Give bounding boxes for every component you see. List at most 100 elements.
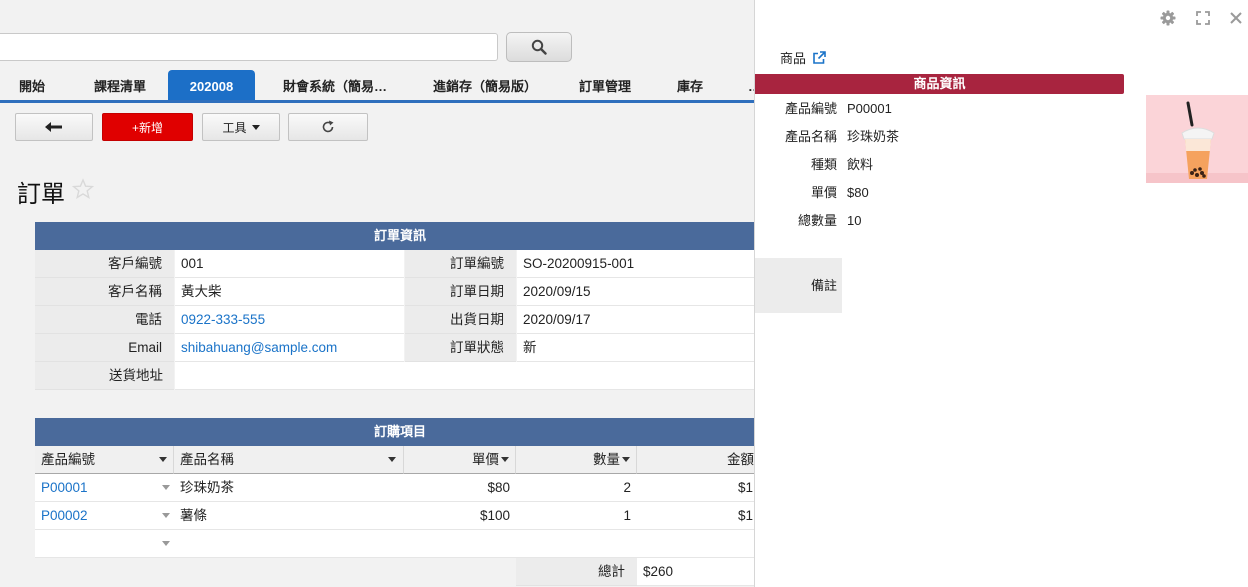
tab-202008[interactable]: 202008: [168, 70, 255, 100]
gear-icon[interactable]: [1160, 10, 1176, 26]
customer-name-value: 黃大柴: [175, 278, 404, 306]
panel-controls: [1160, 10, 1242, 26]
status-value: 新: [517, 334, 754, 362]
table-row[interactable]: P00002 薯條 $100 1 $1: [35, 502, 754, 530]
customer-id-label: 客戶編號: [35, 250, 174, 278]
email-link[interactable]: shibahuang@sample.com: [175, 334, 404, 362]
sort-caret-icon: [388, 457, 396, 462]
search-icon: [531, 39, 547, 55]
row-dropdown-icon[interactable]: [162, 541, 170, 546]
external-link-icon[interactable]: [812, 51, 826, 65]
row-dropdown-icon[interactable]: [162, 513, 170, 518]
product-detail-panel: 商品 商品資訊 產品編號 P00001 產品名稱 珍珠奶茶 種類 飲料 單價 $…: [754, 0, 1248, 587]
back-button[interactable]: [15, 113, 93, 141]
tools-button[interactable]: 工具: [202, 113, 280, 141]
panel-field-value: 珍珠奶茶: [847, 129, 900, 144]
quantity-cell: 1: [516, 502, 637, 530]
order-date-label: 訂單日期: [405, 278, 516, 306]
column-quantity-label: 數量: [593, 452, 620, 467]
product-id-link[interactable]: P00002: [35, 502, 174, 530]
total-label: 總計: [516, 558, 637, 586]
column-product-id-label: 產品編號: [41, 452, 95, 467]
order-row-2: 客戶名稱 黃大柴 訂單日期 2020/09/15: [35, 278, 754, 306]
order-info-header: 訂單資訊: [35, 222, 754, 250]
note-label: 備註: [755, 258, 842, 313]
column-product-id[interactable]: 產品編號: [35, 446, 174, 474]
table-row[interactable]: P00001 珍珠奶茶 $80 2 $1: [35, 474, 754, 502]
tab-inventory-system[interactable]: 進銷存（簡易版）: [433, 70, 537, 100]
items-column-headers: 產品編號 產品名稱 單價 數量 金額: [35, 446, 754, 474]
quantity-cell: 2: [516, 474, 637, 502]
row-dropdown-icon[interactable]: [162, 485, 170, 490]
tab-bar: 開始 課程清單 202008 財會系統（簡易… 進銷存（簡易版） 訂單管理 庫存…: [0, 70, 754, 103]
column-amount-label: 金額: [727, 452, 754, 467]
panel-field-value: 飲料: [847, 157, 874, 172]
phone-link[interactable]: 0922-333-555: [175, 306, 404, 334]
order-row-5: 送貨地址: [35, 362, 754, 390]
tab-accounting[interactable]: 財會系統（簡易…: [283, 70, 387, 100]
panel-section-header: 商品資訊: [755, 74, 1124, 94]
product-name-cell: 薯條: [174, 502, 404, 530]
main-area: 開始 課程清單 202008 財會系統（簡易… 進銷存（簡易版） 訂單管理 庫存…: [0, 0, 754, 587]
tools-label: 工具: [222, 120, 247, 135]
product-name-cell: 珍珠奶茶: [174, 474, 404, 502]
email-label: Email: [35, 334, 174, 362]
column-product-name[interactable]: 產品名稱: [174, 446, 404, 474]
address-label: 送貨地址: [35, 362, 174, 390]
panel-title: 商品: [780, 48, 826, 67]
sort-caret-icon: [501, 457, 509, 462]
column-amount[interactable]: 金額: [637, 446, 754, 474]
panel-field-label: 總數量: [797, 213, 837, 228]
favorite-star-icon[interactable]: [72, 178, 94, 200]
empty-row-cell[interactable]: [35, 530, 754, 558]
customer-id-value: 001: [175, 250, 404, 278]
add-button[interactable]: +新增: [102, 113, 193, 141]
order-no-value: SO-20200915-001: [517, 250, 754, 278]
status-label: 訂單狀態: [405, 334, 516, 362]
column-product-name-label: 產品名稱: [180, 452, 234, 467]
panel-field-label: 單價: [810, 185, 837, 200]
amount-cell: $1: [637, 474, 754, 502]
column-price[interactable]: 單價: [404, 446, 516, 474]
tab-start[interactable]: 開始: [19, 70, 45, 100]
product-id-link[interactable]: P00001: [35, 474, 174, 502]
expand-icon[interactable]: [1196, 11, 1210, 25]
tab-stock[interactable]: 庫存: [677, 70, 703, 100]
bubble-tea-image: [1146, 95, 1248, 183]
items-header: 訂購項目: [35, 418, 754, 446]
page-title: 訂單: [17, 181, 65, 208]
search-input[interactable]: [0, 33, 498, 61]
total-row: 總計 $260: [35, 558, 754, 586]
search-button[interactable]: [506, 32, 572, 62]
order-no-label: 訂單編號: [405, 250, 516, 278]
panel-title-label: 商品: [780, 51, 807, 66]
panel-field-label: 產品編號: [784, 101, 837, 116]
close-icon[interactable]: [1230, 12, 1242, 24]
price-cell: $80: [404, 474, 516, 502]
empty-table-row[interactable]: [35, 530, 754, 558]
order-row-3: 電話 0922-333-555 出貨日期 2020/09/17: [35, 306, 754, 334]
ship-date-value: 2020/09/17: [517, 306, 754, 334]
address-value: [175, 362, 754, 390]
total-value: $260: [637, 558, 754, 586]
panel-field-value: $80: [847, 185, 869, 200]
panel-field-value: P00001: [847, 101, 892, 116]
price-cell: $100: [404, 502, 516, 530]
arrow-left-icon: [45, 122, 62, 132]
panel-field-value: 10: [847, 213, 862, 228]
sort-caret-icon: [159, 457, 167, 462]
order-row-1: 客戶編號 001 訂單編號 SO-20200915-001: [35, 250, 754, 278]
order-date-value: 2020/09/15: [517, 278, 754, 306]
product-image: [1146, 95, 1248, 183]
ship-date-label: 出貨日期: [405, 306, 516, 334]
refresh-button[interactable]: [288, 113, 368, 141]
phone-label: 電話: [35, 306, 174, 334]
redo-icon: [322, 120, 334, 133]
amount-cell: $1: [637, 502, 754, 530]
column-price-label: 單價: [472, 452, 499, 467]
column-quantity[interactable]: 數量: [516, 446, 637, 474]
tab-course-list[interactable]: 課程清單: [94, 70, 146, 100]
tab-order-management[interactable]: 訂單管理: [579, 70, 631, 100]
order-row-4: Email shibahuang@sample.com 訂單狀態 新: [35, 334, 754, 362]
panel-field-label: 種類: [810, 157, 837, 172]
